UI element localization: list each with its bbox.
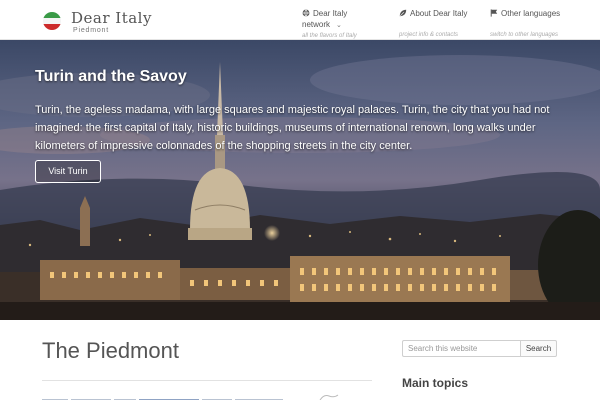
chevron-down-icon: ⌄ [336,22,342,29]
nav-network-sublabel: all the flavors of Italy [302,33,357,39]
nav-item-network[interactable]: Dear Italy network ⌄ all the flavors of I… [302,8,362,40]
map-outline-icon [319,394,339,400]
nav-languages-sublabel: switch to other languages [490,32,559,38]
hero-title: Turin and the Savoy [35,68,187,85]
nav-about-label: About Dear Italy [410,9,468,18]
site-subtitle: Piedmont [73,27,109,34]
hero-description: Turin, the ageless madama, with large sq… [35,104,550,152]
leaf-icon [399,9,407,17]
search-button[interactable]: Search [520,340,557,357]
site-header: Dear Italy Piedmont Dear Italy network ⌄ … [0,0,600,40]
site-title: Dear Italy [71,9,152,27]
globe-icon [302,9,310,17]
search-input[interactable] [402,340,521,357]
nav-about-sublabel: project info & contacts [399,32,459,38]
page-title: The Piedmont [42,338,179,363]
main-topics-heading: Main topics [402,376,469,390]
flag-icon [490,9,498,17]
nav-item-about[interactable]: About Dear Italy project info & contacts [399,8,467,39]
visit-turin-button[interactable]: Visit Turin [35,160,101,183]
hero-banner: Turin and the Savoy Turin, the ageless m… [0,40,600,320]
content-text-preview [42,393,322,400]
italy-flag-logo-icon [43,12,61,30]
nav-item-languages[interactable]: Other languages switch to other language… [490,8,560,39]
nav-languages-label: Other languages [501,9,561,18]
title-divider [42,380,372,381]
